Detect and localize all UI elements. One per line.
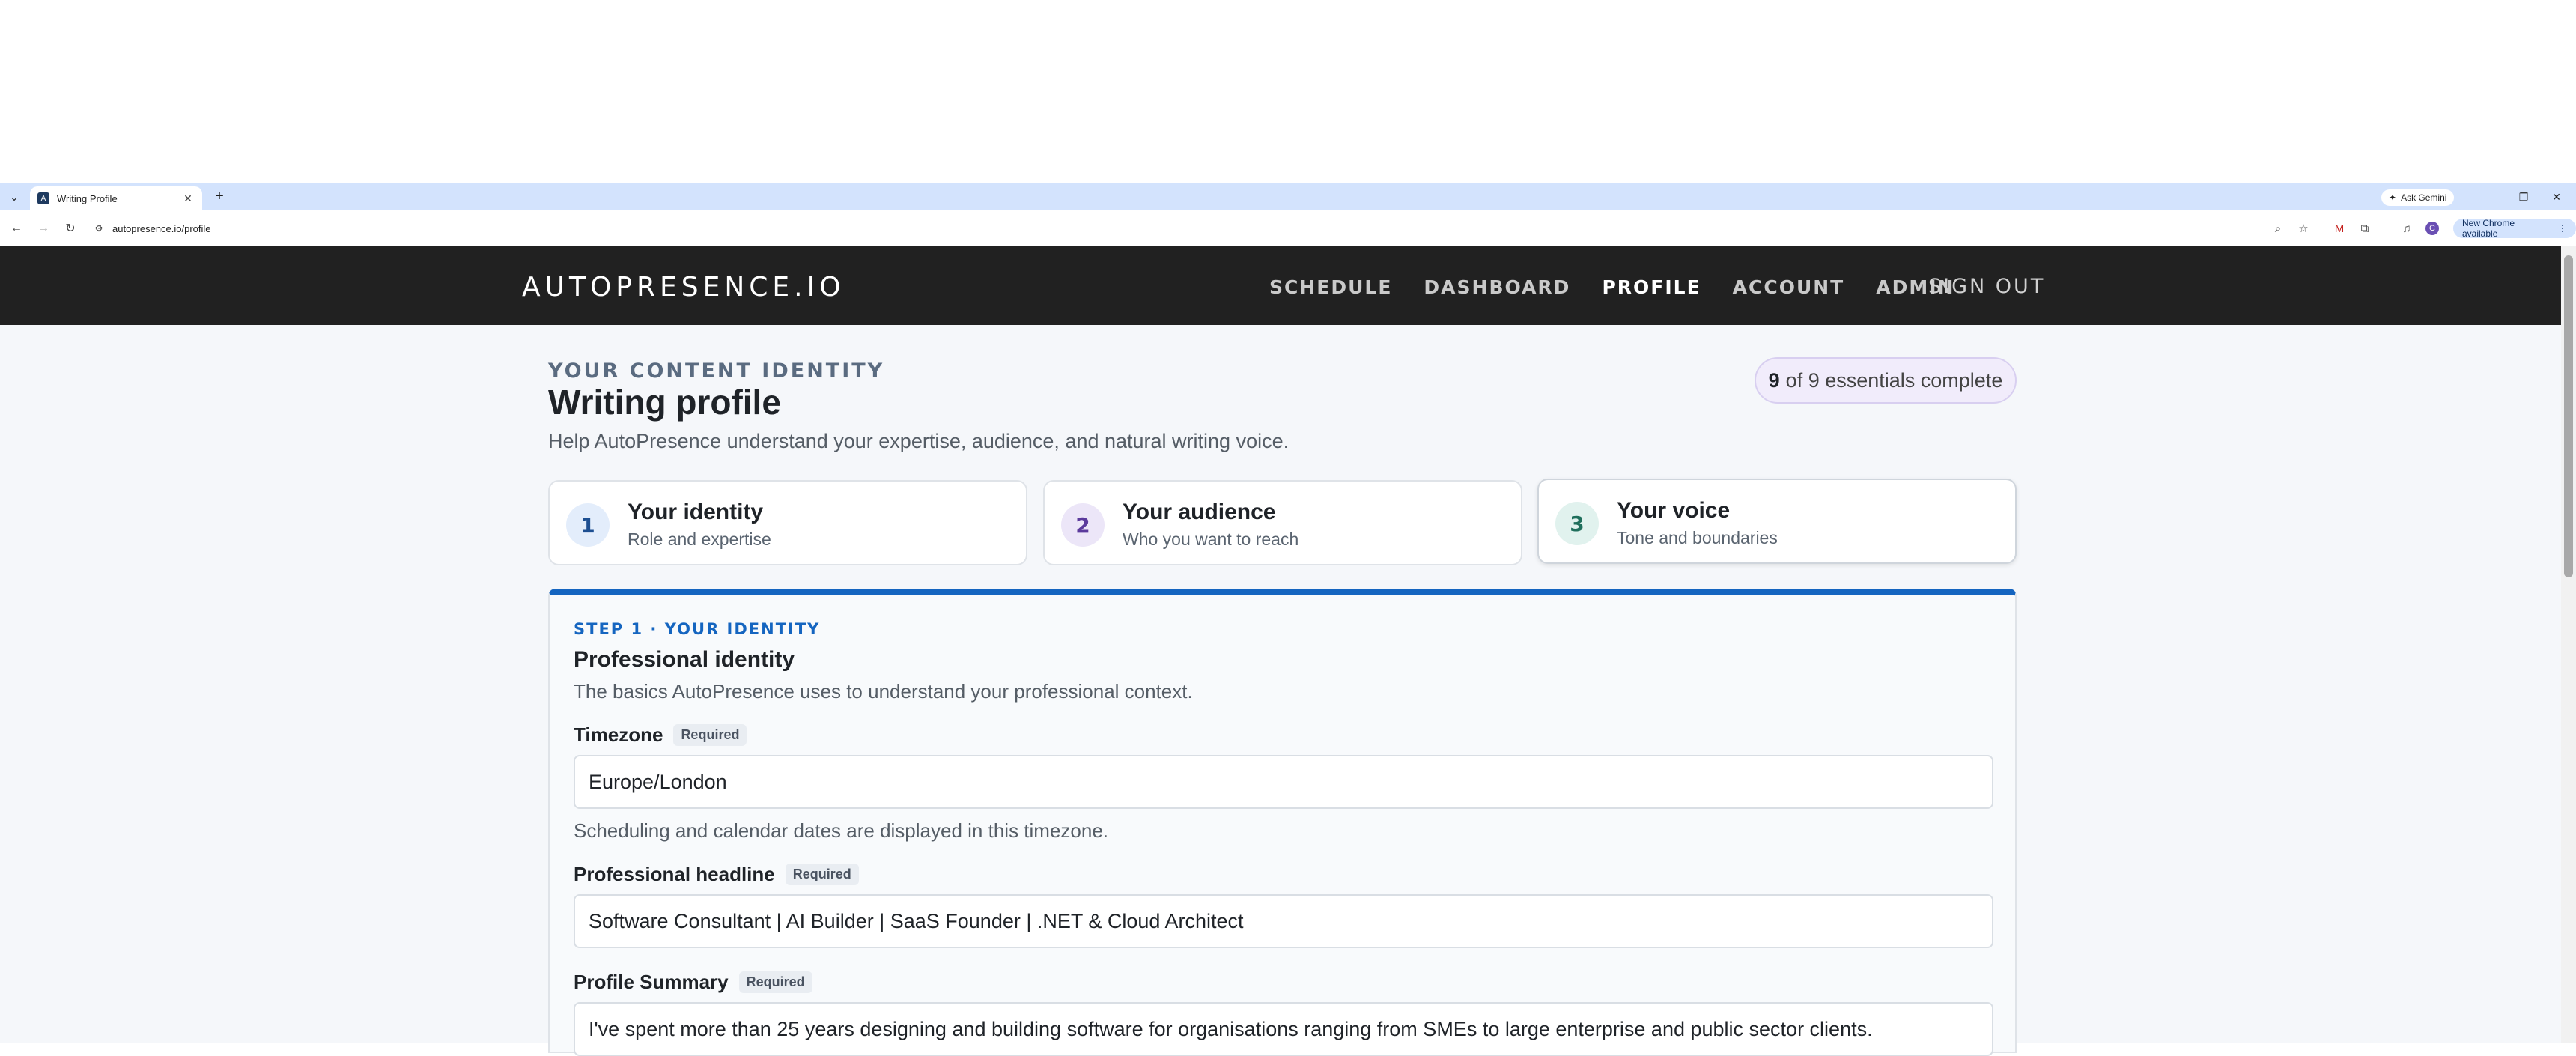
main-nav: SCHEDULE DASHBOARD PROFILE ACCOUNT ADMIN — [1269, 276, 1986, 298]
chrome-update-label: New Chrome available — [2462, 218, 2515, 239]
required-badge: Required — [785, 864, 859, 885]
extensions-icon[interactable]: ⧉ — [2356, 219, 2374, 237]
minimize-icon[interactable]: — — [2476, 187, 2506, 207]
step-card-identity[interactable]: 1 Your identity Role and expertise — [548, 480, 1027, 565]
reload-icon[interactable]: ↻ — [61, 219, 79, 237]
page-title: Writing profile — [548, 383, 781, 422]
progress-text: of 9 essentials complete — [1785, 368, 2003, 392]
browser-toolbar: ← → ↻ ⚙ autopresence.io/profile ⌕ ☆ M ⧉ … — [0, 210, 2576, 246]
form-description: The basics AutoPresence uses to understa… — [574, 680, 1193, 703]
page-subtitle: Help AutoPresence understand your expert… — [548, 430, 1289, 452]
browser-tab[interactable]: A Writing Profile ✕ — [30, 186, 202, 210]
progress-badge: 9 of 9 essentials complete — [1755, 357, 2017, 404]
summary-label: Profile Summary Required — [574, 971, 812, 994]
step-number: 3 — [1555, 502, 1599, 545]
step-title: Your voice — [1617, 498, 1731, 523]
page-scrollbar[interactable] — [2561, 246, 2576, 1043]
required-badge: Required — [673, 724, 747, 746]
zoom-icon[interactable]: ⌕ — [2269, 219, 2287, 237]
close-window-icon[interactable]: ✕ — [2542, 187, 2572, 207]
more-menu-icon: ⋮ — [2558, 223, 2567, 234]
browser-tabstrip: ⌄ A Writing Profile ✕ + ✦ Ask Gemini — ❐… — [0, 183, 2576, 210]
step-card-audience[interactable]: 2 Your audience Who you want to reach — [1043, 480, 1522, 565]
new-tab-icon[interactable]: + — [210, 189, 229, 205]
profile-page: YOUR CONTENT IDENTITY Writing profile He… — [0, 325, 2561, 1056]
identity-form-panel: STEP 1 · YOUR IDENTITY Professional iden… — [548, 589, 2017, 1056]
step-subtitle: Tone and boundaries — [1617, 528, 1778, 547]
site-logo[interactable]: AUTOPRESENCE.IO — [522, 272, 845, 303]
scrollbar-thumb[interactable] — [2564, 255, 2573, 577]
address-bar[interactable]: ⚙ autopresence.io/profile — [91, 216, 2263, 240]
progress-count: 9 — [1768, 368, 1780, 392]
form-title: Professional identity — [574, 647, 795, 672]
ask-gemini-label: Ask Gemini — [2401, 192, 2447, 203]
gmail-extension-icon[interactable]: M — [2330, 219, 2348, 237]
forward-icon[interactable]: → — [34, 219, 52, 237]
chrome-update-button[interactable]: New Chrome available ⋮ — [2453, 218, 2576, 239]
headline-label: Professional headline Required — [574, 863, 859, 886]
page-eyebrow: YOUR CONTENT IDENTITY — [548, 359, 885, 383]
nav-schedule[interactable]: SCHEDULE — [1269, 276, 1392, 298]
timezone-label-text: Timezone — [574, 723, 663, 746]
sign-out-link[interactable]: SIGN OUT — [1928, 275, 2045, 298]
profile-avatar[interactable]: C — [2423, 219, 2441, 237]
nav-dashboard[interactable]: DASHBOARD — [1424, 276, 1570, 298]
headline-label-text: Professional headline — [574, 863, 775, 885]
media-controls-icon[interactable]: ♫ — [2398, 219, 2416, 237]
step-subtitle: Who you want to reach — [1123, 529, 1299, 549]
required-badge: Required — [738, 971, 812, 993]
timezone-help: Scheduling and calendar dates are displa… — [574, 819, 1109, 842]
bookmark-star-icon[interactable]: ☆ — [2294, 219, 2312, 237]
step-title: Your audience — [1123, 500, 1276, 524]
tab-title: Writing Profile — [57, 192, 118, 204]
nav-account[interactable]: ACCOUNT — [1733, 276, 1845, 298]
profile-initial: C — [2425, 222, 2439, 235]
back-icon[interactable]: ← — [7, 219, 25, 237]
ask-gemini-button[interactable]: ✦ Ask Gemini — [2381, 189, 2455, 206]
step-number: 2 — [1061, 503, 1105, 547]
step-title: Your identity — [628, 500, 764, 524]
restore-icon[interactable]: ❐ — [2509, 187, 2539, 207]
summary-label-text: Profile Summary — [574, 971, 729, 993]
form-step-eyebrow: STEP 1 · YOUR IDENTITY — [574, 620, 821, 638]
url-text: autopresence.io/profile — [112, 222, 211, 234]
step-subtitle: Role and expertise — [628, 529, 771, 549]
summary-textarea[interactable] — [574, 1002, 1993, 1056]
favicon-icon: A — [37, 192, 49, 204]
site-info-icon[interactable]: ⚙ — [91, 221, 106, 236]
nav-profile[interactable]: PROFILE — [1602, 276, 1701, 298]
tab-search-chevron-icon[interactable]: ⌄ — [4, 189, 24, 205]
timezone-label: Timezone Required — [574, 723, 747, 747]
tab-close-icon[interactable]: ✕ — [181, 192, 195, 205]
site-header: AUTOPRESENCE.IO SCHEDULE DASHBOARD PROFI… — [0, 246, 2561, 325]
step-number: 1 — [566, 503, 610, 547]
headline-input[interactable] — [574, 894, 1993, 948]
timezone-input[interactable] — [574, 755, 1993, 809]
blank-area — [0, 0, 2576, 183]
gemini-sparkle-icon: ✦ — [2389, 192, 2397, 203]
step-card-voice[interactable]: 3 Your voice Tone and boundaries — [1537, 479, 2017, 564]
